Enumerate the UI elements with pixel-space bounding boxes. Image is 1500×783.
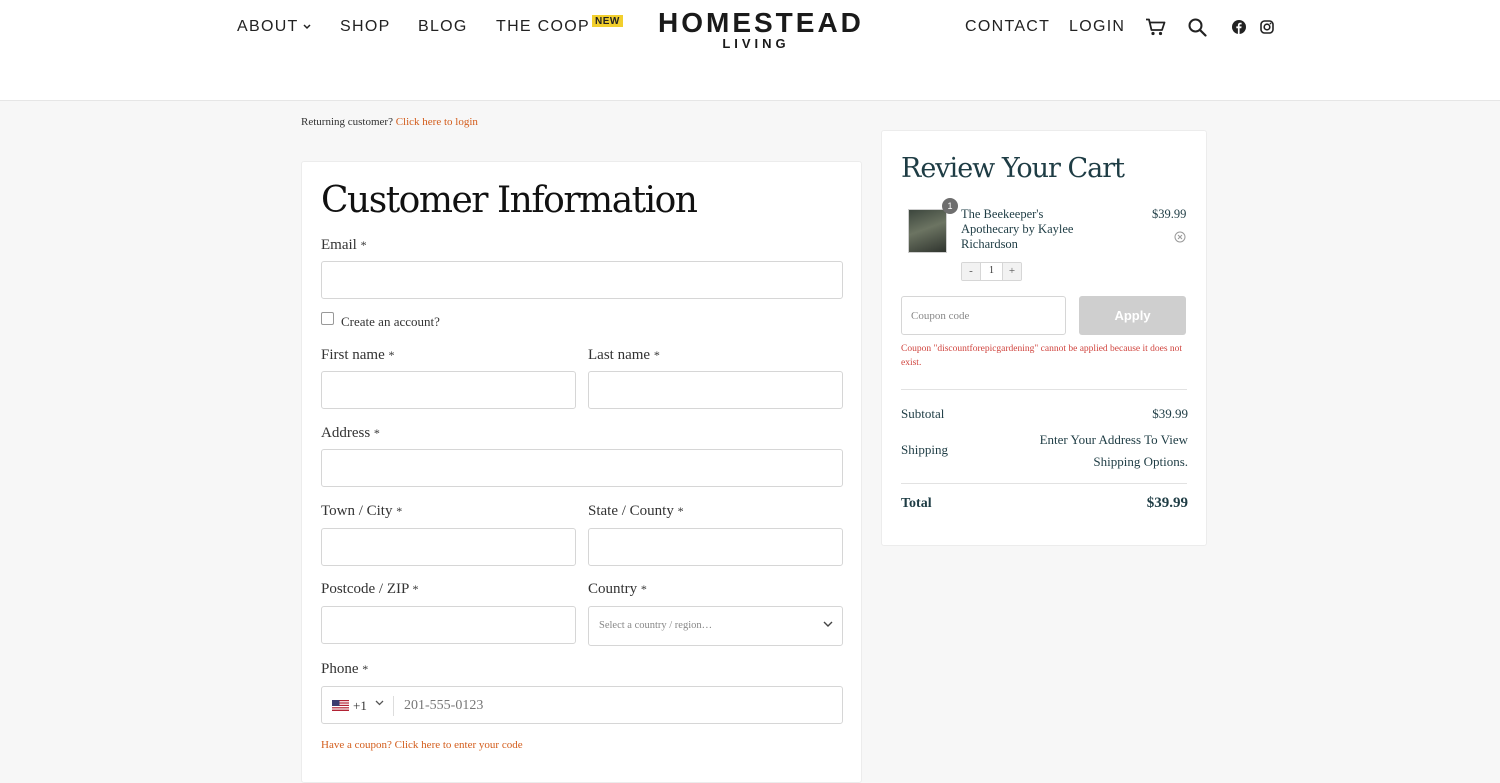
customer-information-form: Customer Information Email * Create an a… — [301, 161, 862, 783]
remove-item-icon[interactable] — [1174, 231, 1186, 243]
first-name-field[interactable] — [321, 371, 576, 409]
create-account-label: Create an account? — [341, 314, 440, 329]
subtotal-label: Subtotal — [901, 406, 945, 421]
phone-label: Phone * — [321, 661, 369, 677]
returning-customer-text: Returning customer? — [301, 116, 393, 128]
address-field[interactable] — [321, 449, 843, 487]
summary-divider — [901, 389, 1187, 390]
coupon-error-message: Coupon "discountforepicgardening" cannot… — [901, 344, 1183, 368]
state-label: State / County * — [588, 503, 684, 519]
chevron-down-icon — [303, 24, 311, 29]
cart-title: Review Your Cart — [901, 153, 1125, 184]
total-value: $39.99 — [1146, 495, 1188, 511]
create-account-checkbox[interactable] — [321, 312, 334, 325]
site-logo[interactable]: HOMESTEAD LIVING — [658, 7, 864, 51]
login-link[interactable]: Click here to login — [396, 116, 478, 128]
dial-code[interactable]: +1 — [353, 698, 367, 714]
us-flag-icon[interactable] — [332, 700, 349, 711]
logo-main-text: HOMESTEAD — [658, 7, 864, 38]
nav-about-label: ABOUT — [237, 18, 299, 35]
cart-icon[interactable] — [1145, 18, 1166, 36]
nav-blog[interactable]: BLOG — [418, 18, 468, 36]
nav-the-coop[interactable]: THE COOP NEW — [496, 15, 623, 36]
facebook-icon[interactable] — [1232, 20, 1246, 34]
country-label: Country * — [588, 581, 647, 597]
returning-customer-notice: Returning customer? Click here to login — [301, 116, 478, 128]
new-badge: NEW — [591, 15, 623, 27]
site-header: ABOUT SHOP BLOG THE COOP NEW HOMESTEAD LI… — [0, 0, 1500, 101]
product-thumbnail — [908, 209, 947, 253]
state-field[interactable] — [588, 528, 843, 566]
coupon-code-input[interactable] — [901, 296, 1066, 335]
subtotal-value: $39.99 — [1152, 406, 1188, 421]
city-label: Town / City * — [321, 503, 403, 519]
total-divider — [901, 483, 1187, 484]
logo-sub-text: LIVING — [722, 36, 790, 51]
postcode-label: Postcode / ZIP * — [321, 581, 419, 597]
first-name-label: First name * — [321, 347, 395, 363]
shipping-value: Enter Your Address To View Shipping Opti… — [1039, 432, 1188, 469]
country-select-value: Select a country / region… — [599, 620, 713, 631]
last-name-label: Last name * — [588, 347, 660, 363]
address-label: Address * — [321, 425, 380, 441]
have-coupon-link[interactable]: Have a coupon? Click here to enter your … — [321, 739, 523, 751]
quantity-stepper: - 1 + — [961, 262, 1022, 281]
quantity-value[interactable]: 1 — [980, 263, 1003, 280]
email-field[interactable] — [321, 261, 843, 299]
instagram-icon[interactable] — [1260, 20, 1274, 34]
nav-about[interactable]: ABOUT — [237, 18, 311, 36]
quantity-increase-button[interactable]: + — [1003, 263, 1021, 280]
last-name-field[interactable] — [588, 371, 843, 409]
search-icon[interactable] — [1188, 18, 1207, 37]
total-label: Total — [901, 496, 932, 511]
country-select[interactable]: Select a country / region… — [588, 606, 843, 646]
cart-item-price: $39.99 — [1152, 207, 1187, 221]
chevron-down-icon — [823, 621, 833, 627]
cart-summary: Review Your Cart 1 The Beekeeper's Apoth… — [881, 130, 1207, 546]
email-label: Email * — [321, 237, 367, 253]
nav-the-coop-label: THE COOP — [496, 18, 590, 35]
nav-login[interactable]: LOGIN — [1069, 18, 1125, 36]
page-title: Customer Information — [321, 180, 698, 221]
phone-field-group: +1 — [321, 686, 843, 724]
phone-input[interactable] — [402, 691, 836, 721]
chevron-down-icon[interactable] — [375, 700, 384, 706]
quantity-badge: 1 — [942, 198, 958, 214]
cart-item-name: The Beekeeper's Apothecary by Kaylee Ric… — [961, 207, 1074, 251]
nav-shop[interactable]: SHOP — [340, 18, 391, 36]
city-field[interactable] — [321, 528, 576, 566]
phone-divider — [393, 696, 394, 716]
nav-contact[interactable]: CONTACT — [965, 18, 1050, 36]
quantity-decrease-button[interactable]: - — [962, 263, 980, 280]
apply-coupon-button[interactable]: Apply — [1079, 296, 1186, 335]
shipping-label: Shipping — [901, 442, 948, 457]
postcode-field[interactable] — [321, 606, 576, 644]
